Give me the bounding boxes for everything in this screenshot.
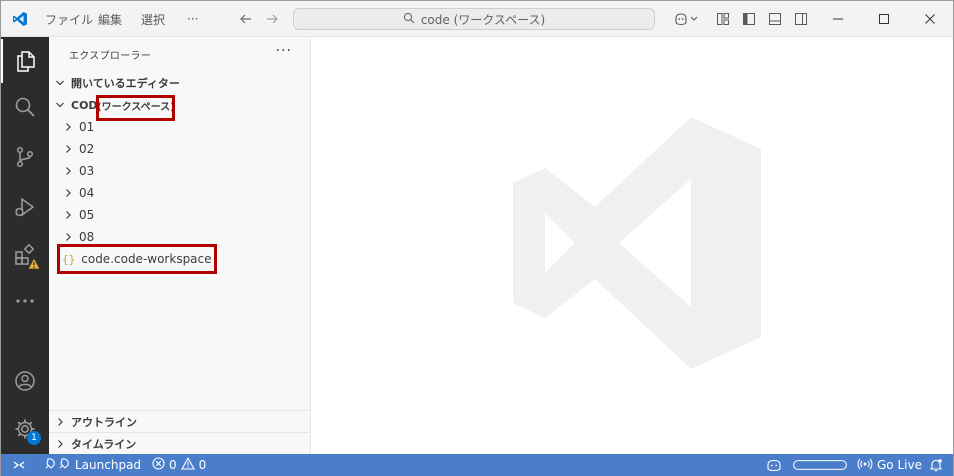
explorer-sidebar: エクスプローラー ··· 開いているエディター CODE (ワークスペース) 0… (49, 37, 311, 454)
launchpad-status-item[interactable]: Launchpad (43, 454, 141, 476)
settings-update-badge: 1 (27, 431, 41, 445)
explorer-more-actions[interactable]: ··· (276, 43, 292, 59)
copilot-icon[interactable] (669, 1, 703, 37)
folder-label: 04 (79, 186, 95, 200)
back-arrow-icon[interactable] (237, 1, 255, 37)
open-editors-header[interactable]: 開いているエディター (49, 72, 310, 94)
folder-item-01[interactable]: 01 (49, 116, 310, 138)
vscode-watermark-icon (511, 115, 761, 374)
folder-label: 01 (79, 120, 95, 134)
error-count: 0 (169, 458, 177, 472)
chevron-right-icon (61, 210, 75, 220)
copilot-status-icon[interactable] (766, 454, 782, 476)
settings-gear-icon[interactable]: 1 (1, 407, 49, 451)
search-view-icon[interactable] (1, 85, 49, 129)
search-icon (403, 12, 415, 27)
menu-selection[interactable]: 選択 (141, 1, 165, 37)
chevron-right-icon (61, 188, 75, 198)
folder-item-02[interactable]: 02 (49, 138, 310, 160)
chevron-down-icon (49, 100, 71, 110)
extensions-icon[interactable] (1, 233, 49, 277)
folder-item-05[interactable]: 05 (49, 204, 310, 226)
timeline-header[interactable]: タイムライン (49, 433, 310, 455)
run-debug-icon[interactable] (1, 185, 49, 229)
menu-edit[interactable]: 編集 (98, 1, 122, 37)
maximize-icon[interactable] (861, 1, 907, 37)
chevron-right-icon (61, 166, 75, 176)
problems-status-item[interactable]: 0 0 (152, 454, 206, 476)
broadcast-icon (857, 458, 873, 473)
menu-file[interactable]: ファイル (45, 1, 93, 37)
close-icon[interactable] (907, 1, 953, 37)
menu-more[interactable]: ··· (187, 1, 198, 37)
title-bar: ファイル 編集 選択 ··· code (ワークスペース) (1, 1, 953, 37)
chevron-right-icon (61, 144, 75, 154)
status-bar: Launchpad 0 0 Go Live (1, 454, 953, 476)
command-center-search[interactable]: code (ワークスペース) (293, 8, 655, 30)
command-center-label: code (ワークスペース) (420, 12, 546, 27)
outline-header[interactable]: アウトライン (49, 411, 310, 433)
folder-item-04[interactable]: 04 (49, 182, 310, 204)
notifications-bell-icon[interactable] (929, 454, 943, 476)
accounts-icon[interactable] (1, 359, 49, 403)
vscode-window: ファイル 編集 選択 ··· code (ワークスペース) 1 エクスプローラー… (0, 0, 954, 476)
source-control-icon[interactable] (1, 135, 49, 179)
folder-label: 08 (79, 230, 95, 244)
warning-count: 0 (198, 458, 207, 472)
explorer-icon[interactable] (1, 39, 49, 83)
more-views-icon[interactable] (1, 279, 49, 323)
explorer-title: エクスプローラー (69, 51, 152, 62)
go-live-status-item[interactable]: Go Live (857, 454, 922, 476)
workspace-header[interactable]: CODE (ワークスペース) (49, 94, 310, 116)
customize-layout-icon[interactable] (713, 1, 733, 37)
error-icon (152, 457, 165, 473)
remote-indicator-icon[interactable] (1, 454, 37, 476)
chevron-right-icon (61, 232, 75, 242)
folder-label: 05 (79, 208, 95, 222)
chevron-down-icon (49, 78, 71, 88)
launchpad-label: Launchpad (75, 458, 142, 472)
chevron-right-icon (61, 122, 75, 132)
timeline-label: タイムライン (71, 438, 137, 451)
forward-arrow-icon[interactable] (263, 1, 281, 37)
chevron-right-icon (49, 417, 71, 427)
progress-pill-icon[interactable] (793, 454, 847, 476)
activity-bar: 1 (1, 37, 49, 454)
folder-label: 02 (79, 142, 95, 156)
outline-label: アウトライン (71, 416, 137, 429)
highlight-workspace-file (57, 244, 217, 274)
warning-icon (27, 257, 41, 273)
go-live-label: Go Live (877, 458, 922, 472)
folder-label: 03 (79, 164, 95, 178)
open-editors-label: 開いているエディター (71, 77, 180, 90)
warning-outline-icon (180, 457, 195, 473)
editor-area (311, 37, 953, 454)
chevron-right-icon (49, 439, 71, 449)
rocket-icon (43, 457, 71, 474)
toggle-panel-icon[interactable] (765, 1, 785, 37)
toggle-primary-sidebar-icon[interactable] (739, 1, 759, 37)
toggle-secondary-sidebar-icon[interactable] (791, 1, 811, 37)
minimize-icon[interactable] (815, 1, 861, 37)
workspace-name-prefix: CODE (71, 98, 97, 112)
vscode-logo-icon (9, 1, 31, 37)
folder-item-03[interactable]: 03 (49, 160, 310, 182)
